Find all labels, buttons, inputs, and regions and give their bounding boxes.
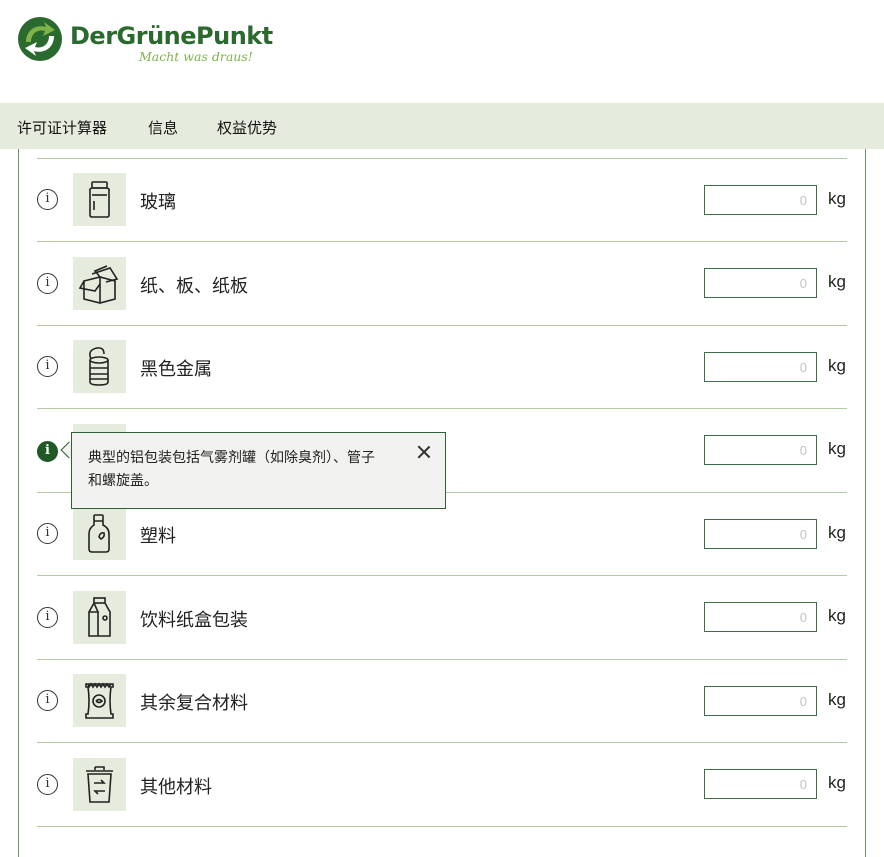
brand-tagline: Macht was draus! bbox=[139, 49, 253, 64]
unit-label: kg bbox=[828, 272, 846, 291]
material-label: 其余复合材料 bbox=[140, 693, 248, 714]
info-tooltip: 典型的铝包装包括气雾剂罐（如除臭剂）、管子 和螺旋盖。 bbox=[71, 432, 446, 509]
unit-label: kg bbox=[828, 439, 846, 458]
material-row-beverage-carton: i 饮料纸盒包装 kg bbox=[37, 575, 847, 658]
weight-input-plastic[interactable] bbox=[704, 519, 817, 549]
material-row-other: i 其他材料 kg bbox=[37, 742, 847, 825]
glass-jar-icon bbox=[73, 173, 126, 226]
material-row-composite: i 其余复合材料 kg bbox=[37, 659, 847, 742]
cardboard-box-icon bbox=[73, 257, 126, 310]
unit-label: kg bbox=[828, 189, 846, 208]
site-header: DerGrünePunkt Macht was draus! bbox=[0, 0, 884, 103]
material-row-ferrous-metal: i 黑色金属 kg bbox=[37, 325, 847, 408]
material-label: 饮料纸盒包装 bbox=[140, 610, 248, 631]
info-icon[interactable]: i bbox=[37, 189, 58, 210]
unit-label: kg bbox=[828, 356, 846, 375]
brand-logo[interactable]: DerGrünePunkt Macht was draus! bbox=[17, 16, 273, 66]
tin-can-icon bbox=[73, 340, 126, 393]
nav-item-license-calculator[interactable]: 许可证计算器 bbox=[17, 117, 107, 138]
info-icon[interactable]: i bbox=[37, 523, 58, 544]
weight-input-aluminium[interactable] bbox=[704, 435, 817, 465]
tooltip-text-line: 典型的铝包装包括气雾剂罐（如除臭剂）、管子 bbox=[88, 450, 375, 466]
composite-bag-icon bbox=[73, 674, 126, 727]
weight-input-paper[interactable] bbox=[704, 268, 817, 298]
weight-input-ferrous-metal[interactable] bbox=[704, 352, 817, 382]
material-label: 纸、板、纸板 bbox=[140, 276, 248, 297]
info-icon[interactable]: i bbox=[37, 607, 58, 628]
unit-label: kg bbox=[828, 773, 846, 792]
material-label: 玻璃 bbox=[140, 192, 176, 213]
unit-label: kg bbox=[828, 523, 846, 542]
info-icon[interactable]: i bbox=[37, 273, 58, 294]
nav-item-benefits[interactable]: 权益优势 bbox=[217, 117, 277, 138]
info-icon[interactable]: i bbox=[37, 690, 58, 711]
info-icon[interactable]: i bbox=[37, 774, 58, 795]
material-label: 其他材料 bbox=[140, 777, 212, 798]
material-row-paper: i 纸、板、纸板 kg bbox=[37, 241, 847, 324]
green-dot-logo-icon bbox=[18, 17, 62, 61]
close-icon[interactable] bbox=[417, 445, 431, 459]
recycle-bin-icon bbox=[73, 758, 126, 811]
main-nav: 许可证计算器 信息 权益优势 bbox=[0, 103, 884, 149]
weight-input-glass[interactable] bbox=[704, 185, 817, 215]
material-row-glass: i 玻璃 kg bbox=[37, 158, 847, 241]
unit-label: kg bbox=[828, 606, 846, 625]
info-icon-active[interactable]: i bbox=[37, 441, 58, 462]
divider bbox=[37, 826, 847, 827]
brand-name: DerGrünePunkt bbox=[70, 22, 273, 50]
material-label: 黑色金属 bbox=[140, 359, 212, 380]
weight-input-beverage-carton[interactable] bbox=[704, 602, 817, 632]
unit-label: kg bbox=[828, 690, 846, 709]
weight-input-other[interactable] bbox=[704, 769, 817, 799]
material-label: 塑料 bbox=[140, 526, 176, 547]
weight-input-composite[interactable] bbox=[704, 686, 817, 716]
beverage-carton-icon bbox=[73, 591, 126, 644]
info-icon[interactable]: i bbox=[37, 356, 58, 377]
plastic-bottle-icon bbox=[73, 507, 126, 560]
tooltip-text-line: 和螺旋盖。 bbox=[88, 473, 158, 489]
nav-item-info[interactable]: 信息 bbox=[148, 117, 178, 138]
